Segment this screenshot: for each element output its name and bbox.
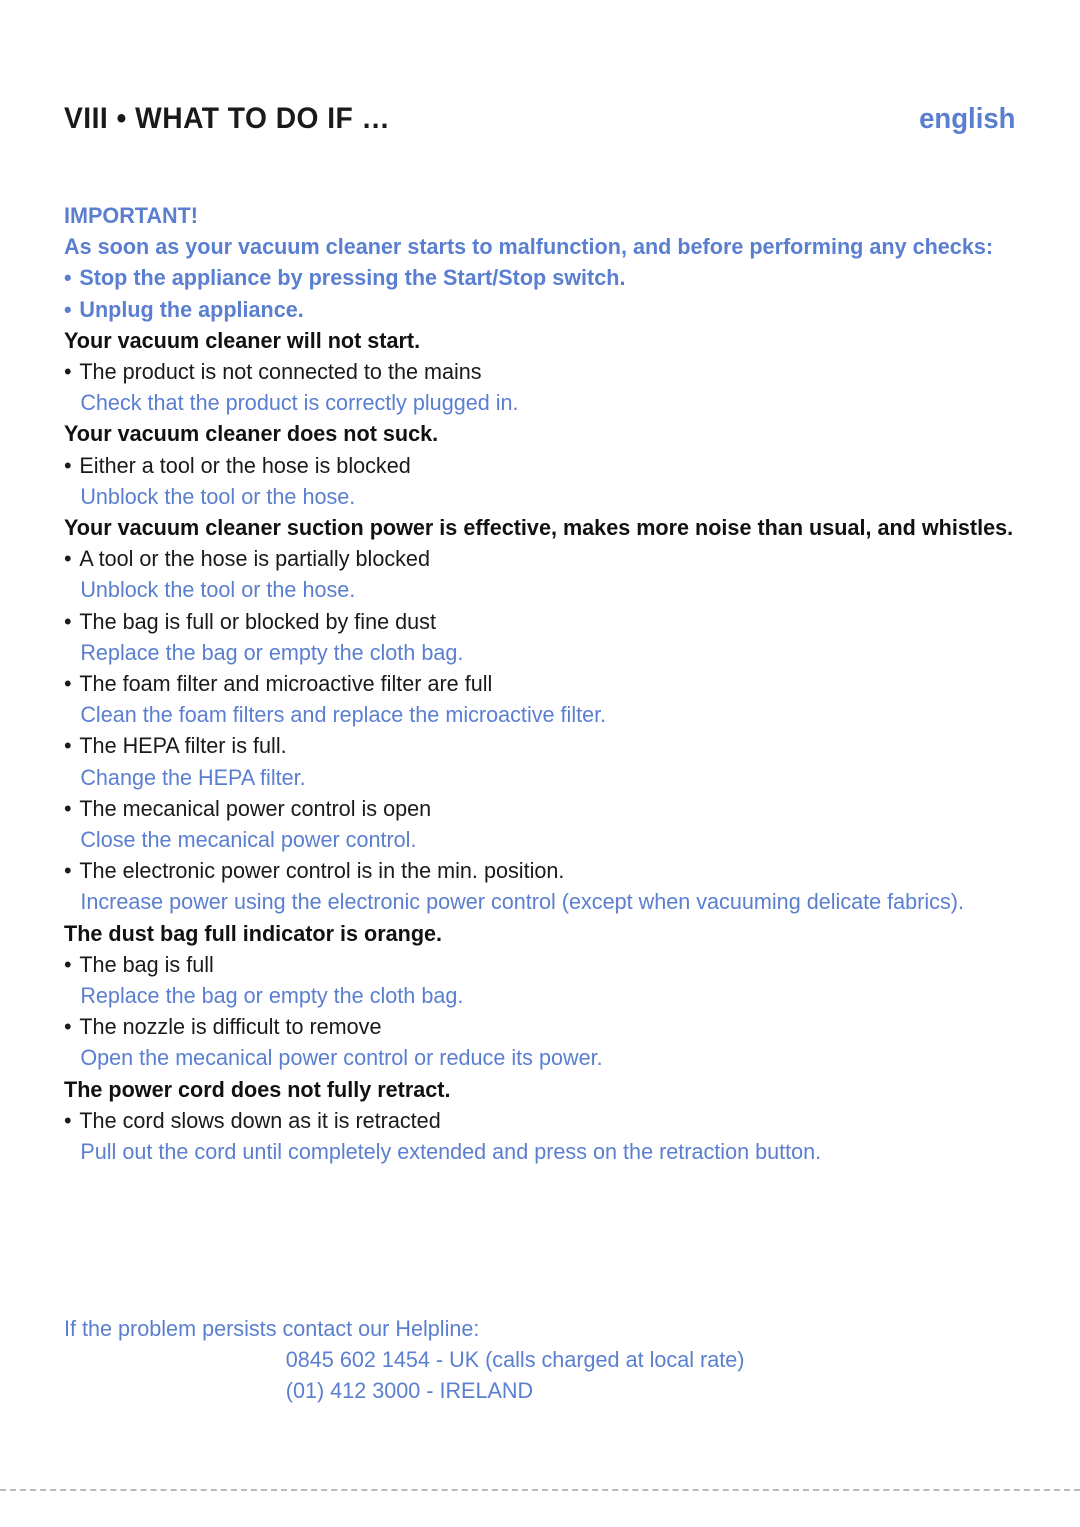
problem-section: The dust bag full indicator is orange. •… bbox=[64, 918, 1024, 1074]
remedy-text: Replace the bag or empty the cloth bag. bbox=[80, 983, 464, 1009]
cause-text: The bag is full or blocked by fine dust bbox=[79, 608, 436, 634]
cause-item: • The foam filter and microactive filter … bbox=[64, 668, 1039, 699]
remedy-text: Check that the product is correctly plug… bbox=[80, 390, 519, 416]
page-title: VIII • WHAT TO DO IF … bbox=[64, 102, 391, 135]
important-intro: As soon as your vacuum cleaner starts to… bbox=[64, 234, 994, 260]
helpline-intro: If the problem persists contact our Help… bbox=[64, 1316, 480, 1341]
cause-text: The mecanical power control is open bbox=[79, 795, 432, 821]
cause-text: The electronic power control is in the m… bbox=[79, 858, 565, 884]
cause-text: The foam filter and microactive filter a… bbox=[79, 671, 493, 697]
language-label: english bbox=[919, 103, 1016, 135]
cause-item: • The HEPA filter is full. bbox=[64, 730, 1039, 761]
section-heading: The power cord does not fully retract. bbox=[64, 1076, 451, 1102]
bullet-icon: • bbox=[64, 671, 72, 697]
bullet-icon: • bbox=[64, 546, 72, 572]
cause-item: • The cord slows down as it is retracted bbox=[64, 1105, 1039, 1136]
problem-section: The power cord does not fully retract. •… bbox=[64, 1074, 1024, 1168]
cause-text: Either a tool or the hose is blocked bbox=[79, 452, 411, 478]
remedy-text: Increase power using the electronic powe… bbox=[80, 889, 964, 915]
bullet-icon: • bbox=[64, 1107, 72, 1133]
troubleshooting-content: IMPORTANT! As soon as your vacuum cleane… bbox=[64, 200, 1024, 1167]
remedy-text: Clean the foam filters and replace the m… bbox=[80, 702, 607, 728]
cause-text: The HEPA filter is full. bbox=[79, 733, 287, 759]
bullet-icon: • bbox=[64, 733, 72, 759]
manual-page: VIII • WHAT TO DO IF … english IMPORTANT… bbox=[0, 0, 1080, 1527]
important-item-text: Unplug the appliance. bbox=[79, 296, 304, 322]
cause-item: • Either a tool or the hose is blocked bbox=[64, 450, 1039, 481]
bullet-icon: • bbox=[64, 296, 72, 322]
helpline-number-uk: 0845 602 1454 - UK (calls charged at loc… bbox=[285, 1347, 745, 1373]
bullet-icon: • bbox=[64, 1014, 72, 1040]
remedy-text: Close the mecanical power control. bbox=[80, 827, 417, 853]
bullet-icon: • bbox=[64, 452, 72, 478]
cause-item: • The product is not connected to the mai… bbox=[64, 356, 1039, 387]
important-item: • Stop the appliance by pressing the Star… bbox=[64, 262, 1039, 293]
page-header: VIII • WHAT TO DO IF … english bbox=[64, 102, 1016, 146]
remedy-text: Unblock the tool or the hose. bbox=[80, 577, 356, 603]
section-heading: Your vacuum cleaner will not start. bbox=[64, 327, 421, 353]
bullet-icon: • bbox=[64, 265, 72, 291]
cause-text: The product is not connected to the main… bbox=[79, 359, 482, 385]
cause-item: • The electronic power control is in the … bbox=[64, 855, 1039, 886]
remedy-text: Unblock the tool or the hose. bbox=[80, 483, 356, 509]
section-heading: Your vacuum cleaner suction power is eff… bbox=[64, 515, 1014, 541]
important-item-text: Stop the appliance by pressing the Start… bbox=[79, 265, 626, 291]
remedy-text: Change the HEPA filter. bbox=[80, 764, 306, 790]
cause-text: A tool or the hose is partially blocked bbox=[79, 546, 430, 572]
bullet-icon: • bbox=[64, 608, 72, 634]
cause-text: The nozzle is difficult to remove bbox=[79, 1014, 382, 1040]
remedy-text: Pull out the cord until completely exten… bbox=[80, 1139, 822, 1165]
cause-item: • A tool or the hose is partially blocked bbox=[64, 543, 1039, 574]
helpline-block: If the problem persists contact our Help… bbox=[64, 1313, 1024, 1407]
section-heading: Your vacuum cleaner does not suck. bbox=[64, 421, 439, 447]
footer-divider bbox=[0, 1489, 1080, 1491]
important-notice: IMPORTANT! As soon as your vacuum cleane… bbox=[64, 200, 1024, 325]
cause-text: The cord slows down as it is retracted bbox=[79, 1107, 441, 1133]
important-label: IMPORTANT! bbox=[64, 203, 198, 228]
problem-section: Your vacuum cleaner suction power is eff… bbox=[64, 512, 1024, 918]
cause-item: • The bag is full or blocked by fine dust bbox=[64, 606, 1039, 637]
remedy-text: Open the mecanical power control or redu… bbox=[80, 1045, 603, 1071]
bullet-icon: • bbox=[64, 359, 72, 385]
problem-section: Your vacuum cleaner does not suck. • Eith… bbox=[64, 418, 1024, 512]
bullet-icon: • bbox=[64, 951, 72, 977]
section-heading: The dust bag full indicator is orange. bbox=[64, 920, 443, 946]
problem-section: Your vacuum cleaner will not start. • The… bbox=[64, 325, 1024, 419]
bullet-icon: • bbox=[64, 795, 72, 821]
cause-item: • The bag is full bbox=[64, 949, 1039, 980]
cause-item: • The nozzle is difficult to remove bbox=[64, 1011, 1039, 1042]
cause-item: • The mecanical power control is open bbox=[64, 793, 1039, 824]
bullet-icon: • bbox=[64, 858, 72, 884]
remedy-text: Replace the bag or empty the cloth bag. bbox=[80, 639, 464, 665]
helpline-number-ireland: (01) 412 3000 - IRELAND bbox=[285, 1378, 534, 1404]
cause-text: The bag is full bbox=[79, 951, 214, 977]
important-item: • Unplug the appliance. bbox=[64, 294, 1039, 325]
